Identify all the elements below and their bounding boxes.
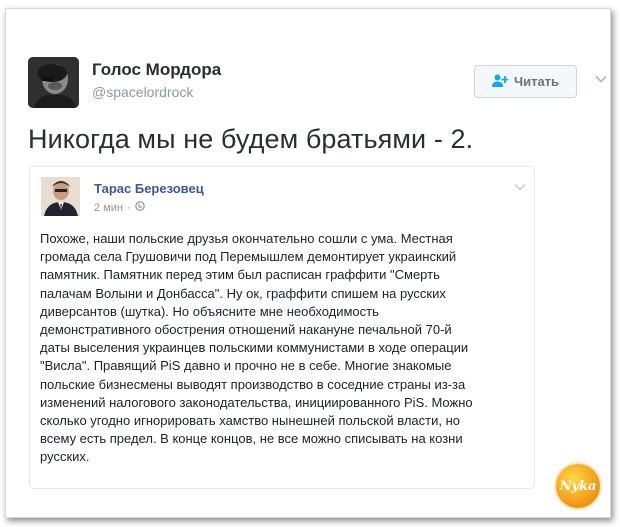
tweet-text: Никогда мы не будем братьями - 2. <box>28 124 474 154</box>
add-user-icon <box>491 74 509 90</box>
quoted-post-time[interactable]: 2 мин <box>94 202 123 214</box>
author-name[interactable]: Голос Мордора <box>92 60 221 80</box>
text-line: громада села Грушовичи под Перемышлем де… <box>40 249 457 265</box>
quoted-post[interactable]: Тарас Березовец 2 мин · Похоже, наши пол… <box>29 166 535 489</box>
text-line: сколько угодно игнорировать хамство ныне… <box>40 413 460 429</box>
follow-button-label: Читать <box>513 74 560 89</box>
text-line: изменений налогового законодательства, и… <box>40 394 473 410</box>
quoted-author-avatar[interactable] <box>41 177 80 216</box>
text-line: Похоже, наши польские друзья окончательн… <box>40 231 453 246</box>
author-handle[interactable]: @spacelordrock <box>92 84 193 100</box>
author-avatar[interactable] <box>28 57 79 108</box>
text-line: демонстративного обострения отношений на… <box>40 322 452 338</box>
follow-button[interactable]: Читать <box>474 65 577 98</box>
tweet-card: Голос Мордора @spacelordrock Читать Нико… <box>5 8 611 518</box>
text-line: всему есть предел. В конце концов, не вс… <box>40 431 463 447</box>
meta-separator: · <box>126 201 131 214</box>
text-line: палачам Волыни и Донбасса". Ну ок, графф… <box>40 285 446 301</box>
quoted-post-meta: 2 мин · <box>94 201 145 214</box>
watermark-logo: Nyka <box>556 464 600 508</box>
text-line: польские бизнесмены выводят производство… <box>40 376 466 392</box>
text-line: "Висла". Правящий PiS давно и прочно не … <box>40 358 452 374</box>
text-line: памятник. Памятник перед этим был распис… <box>40 267 440 283</box>
text-line: диверсантов (шутка). Но объясните мне не… <box>40 303 379 319</box>
quoted-author-name[interactable]: Тарас Березовец <box>94 181 204 196</box>
globe-icon <box>134 201 145 214</box>
quoted-avatar-photo <box>41 177 80 216</box>
text-line: русских. <box>40 449 90 465</box>
avatar-photo <box>28 57 79 108</box>
chevron-down-icon[interactable] <box>595 73 607 85</box>
chevron-down-icon[interactable] <box>514 182 526 192</box>
text-line: даты выселения украинцев польскими комму… <box>40 340 469 356</box>
watermark-text: Nyka <box>559 478 597 494</box>
quoted-post-text: Похоже, наши польские друзья окончательн… <box>40 230 526 467</box>
